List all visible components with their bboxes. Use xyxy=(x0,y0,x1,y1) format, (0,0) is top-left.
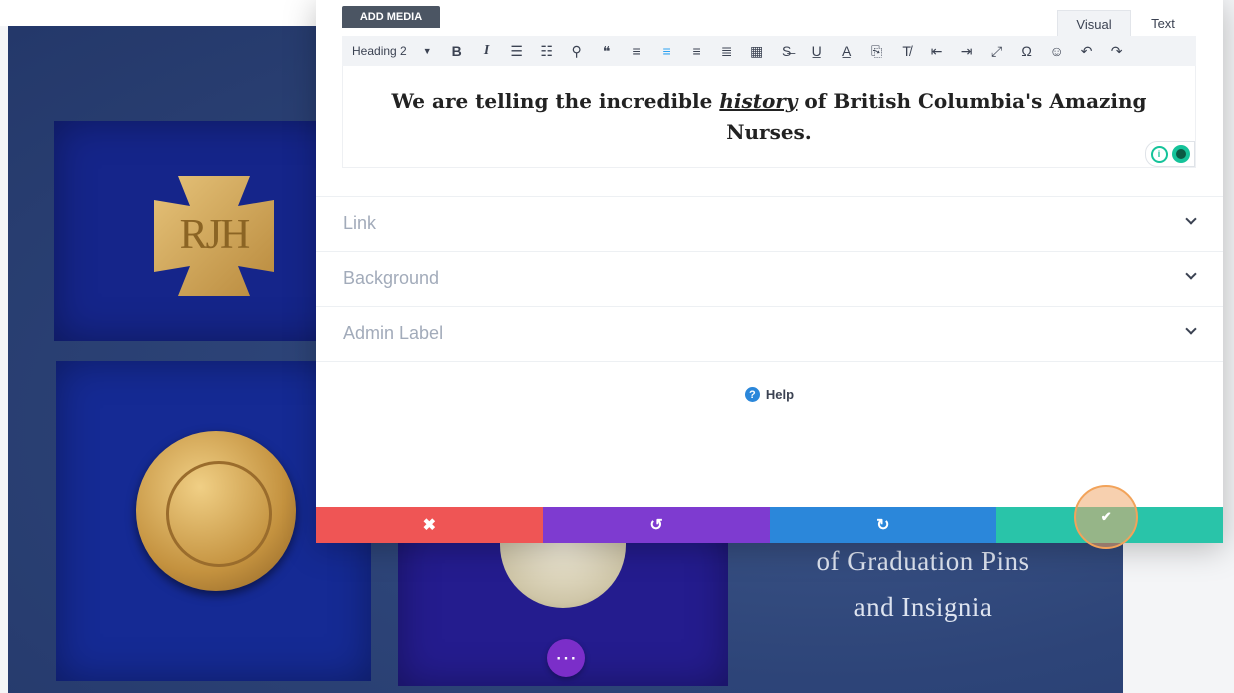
bullet-list-icon[interactable]: ☰ xyxy=(506,40,528,62)
background-heading-line-1: of Graduation Pins xyxy=(816,546,1030,576)
format-select[interactable]: Heading 2 ▼ xyxy=(352,44,432,58)
bold-icon[interactable]: B xyxy=(446,40,468,62)
background-heading-line-2: and Insignia xyxy=(853,592,993,622)
redo-icon[interactable]: ↷ xyxy=(1106,40,1128,62)
add-media-button[interactable]: ADD MEDIA xyxy=(342,6,440,28)
chevron-down-icon[interactable] xyxy=(1181,321,1201,341)
strikethrough-icon[interactable]: S̶ xyxy=(776,40,798,62)
link-icon[interactable]: ⚲ xyxy=(566,40,588,62)
section-link[interactable]: Link xyxy=(316,196,1223,251)
section-background-label: Background xyxy=(343,268,440,288)
page-top-strip xyxy=(0,0,316,26)
more-options-button[interactable]: ⋯ xyxy=(547,639,585,677)
align-justify-icon[interactable]: ≣ xyxy=(716,40,738,62)
tab-text[interactable]: Text xyxy=(1131,10,1195,36)
blockquote-icon[interactable]: ❝ xyxy=(596,40,618,62)
grammarly-widget[interactable]: i xyxy=(1145,141,1195,167)
click-indicator: ✔ xyxy=(1074,485,1139,549)
underline-icon[interactable]: U̲ xyxy=(806,40,828,62)
align-center-icon[interactable]: ≡ xyxy=(656,40,678,62)
section-divider xyxy=(316,361,1223,363)
chevron-down-icon[interactable] xyxy=(1181,211,1201,231)
emoji-icon[interactable]: ☺ xyxy=(1046,40,1068,62)
undo-icon[interactable]: ↶ xyxy=(1076,40,1098,62)
section-admin-label[interactable]: Admin Label xyxy=(316,306,1223,361)
italic-icon[interactable]: I xyxy=(476,40,498,62)
grammarly-logo-icon[interactable] xyxy=(1171,145,1190,163)
cross-pin-monogram: RJH xyxy=(179,212,251,258)
lightbulb-icon[interactable]: i xyxy=(1150,145,1168,163)
close-icon: ✖ xyxy=(422,517,437,534)
editor-heading-text[interactable]: We are telling the incredible history of… xyxy=(363,86,1175,148)
undo-icon: ↺ xyxy=(649,517,663,534)
table-icon[interactable]: ▦ xyxy=(746,40,768,62)
rich-text-editor: ADD MEDIA Visual Text Heading 2 ▼ B I ☰ ☷ ⚲ ❝… xyxy=(342,6,1196,168)
paste-text-icon[interactable]: ⎘ xyxy=(866,40,888,62)
chevron-down-icon[interactable] xyxy=(1181,266,1201,286)
clear-format-icon[interactable]: T̸ xyxy=(896,40,918,62)
help-icon: ? xyxy=(744,387,760,402)
help-link[interactable]: ? Help xyxy=(316,387,1223,402)
heading-text-before: We are telling the incredible xyxy=(391,89,720,113)
align-left-icon[interactable]: ≡ xyxy=(626,40,648,62)
help-label: Help xyxy=(765,387,795,402)
format-select-value: Heading 2 xyxy=(352,44,407,58)
align-right-icon[interactable]: ≡ xyxy=(686,40,708,62)
section-link-label: Link xyxy=(343,213,377,233)
save-button[interactable]: ✔ xyxy=(996,485,1223,549)
editor-toolbar: Heading 2 ▼ B I ☰ ☷ ⚲ ❝ ≡ ≡ ≡ ≣ ▦ S̶ U̲ A̲ ⎘ T̸ ⇤ ⇥ ⤢ Ω ☺ ↶ ↷ xyxy=(342,36,1196,66)
fullscreen-icon[interactable]: ⤢ xyxy=(986,40,1008,62)
module-settings-modal: ADD MEDIA Visual Text Heading 2 ▼ B I ☰ ☷ ⚲ ❝… xyxy=(316,0,1223,549)
caret-down-icon: ▼ xyxy=(422,46,432,56)
numbered-list-icon[interactable]: ☷ xyxy=(536,40,558,62)
redo-button[interactable]: ↻ xyxy=(769,507,997,543)
modal-action-bar: ✖ ↺ ↻ ✔ xyxy=(316,485,1223,549)
special-char-icon[interactable]: Ω xyxy=(1016,40,1038,62)
undo-button[interactable]: ↺ xyxy=(542,507,770,543)
round-pin-monogram xyxy=(166,461,272,567)
indent-icon[interactable]: ⇥ xyxy=(956,40,978,62)
redo-icon: ↻ xyxy=(876,517,890,534)
heading-text-highlight: history xyxy=(719,89,798,113)
tab-visual[interactable]: Visual xyxy=(1057,10,1131,37)
toolbar-buttons: B I ☰ ☷ ⚲ ❝ ≡ ≡ ≡ ≣ ▦ S̶ U̲ A̲ ⎘ T̸ ⇤ ⇥ ⤢ Ω ☺ ↶ ↷ xyxy=(438,40,1128,62)
section-admin-label-label: Admin Label xyxy=(343,323,444,343)
background-heading: of Graduation Pins and Insignia xyxy=(768,538,1078,630)
pin-image-cross: RJH xyxy=(54,121,360,341)
text-color-icon[interactable]: A̲ xyxy=(836,40,858,62)
editor-content-area[interactable]: We are telling the incredible history of… xyxy=(342,66,1196,168)
section-background[interactable]: Background xyxy=(316,251,1223,306)
cancel-button[interactable]: ✖ xyxy=(316,507,543,543)
checkmark-icon: ✔ xyxy=(1100,509,1112,524)
outdent-icon[interactable]: ⇤ xyxy=(926,40,948,62)
